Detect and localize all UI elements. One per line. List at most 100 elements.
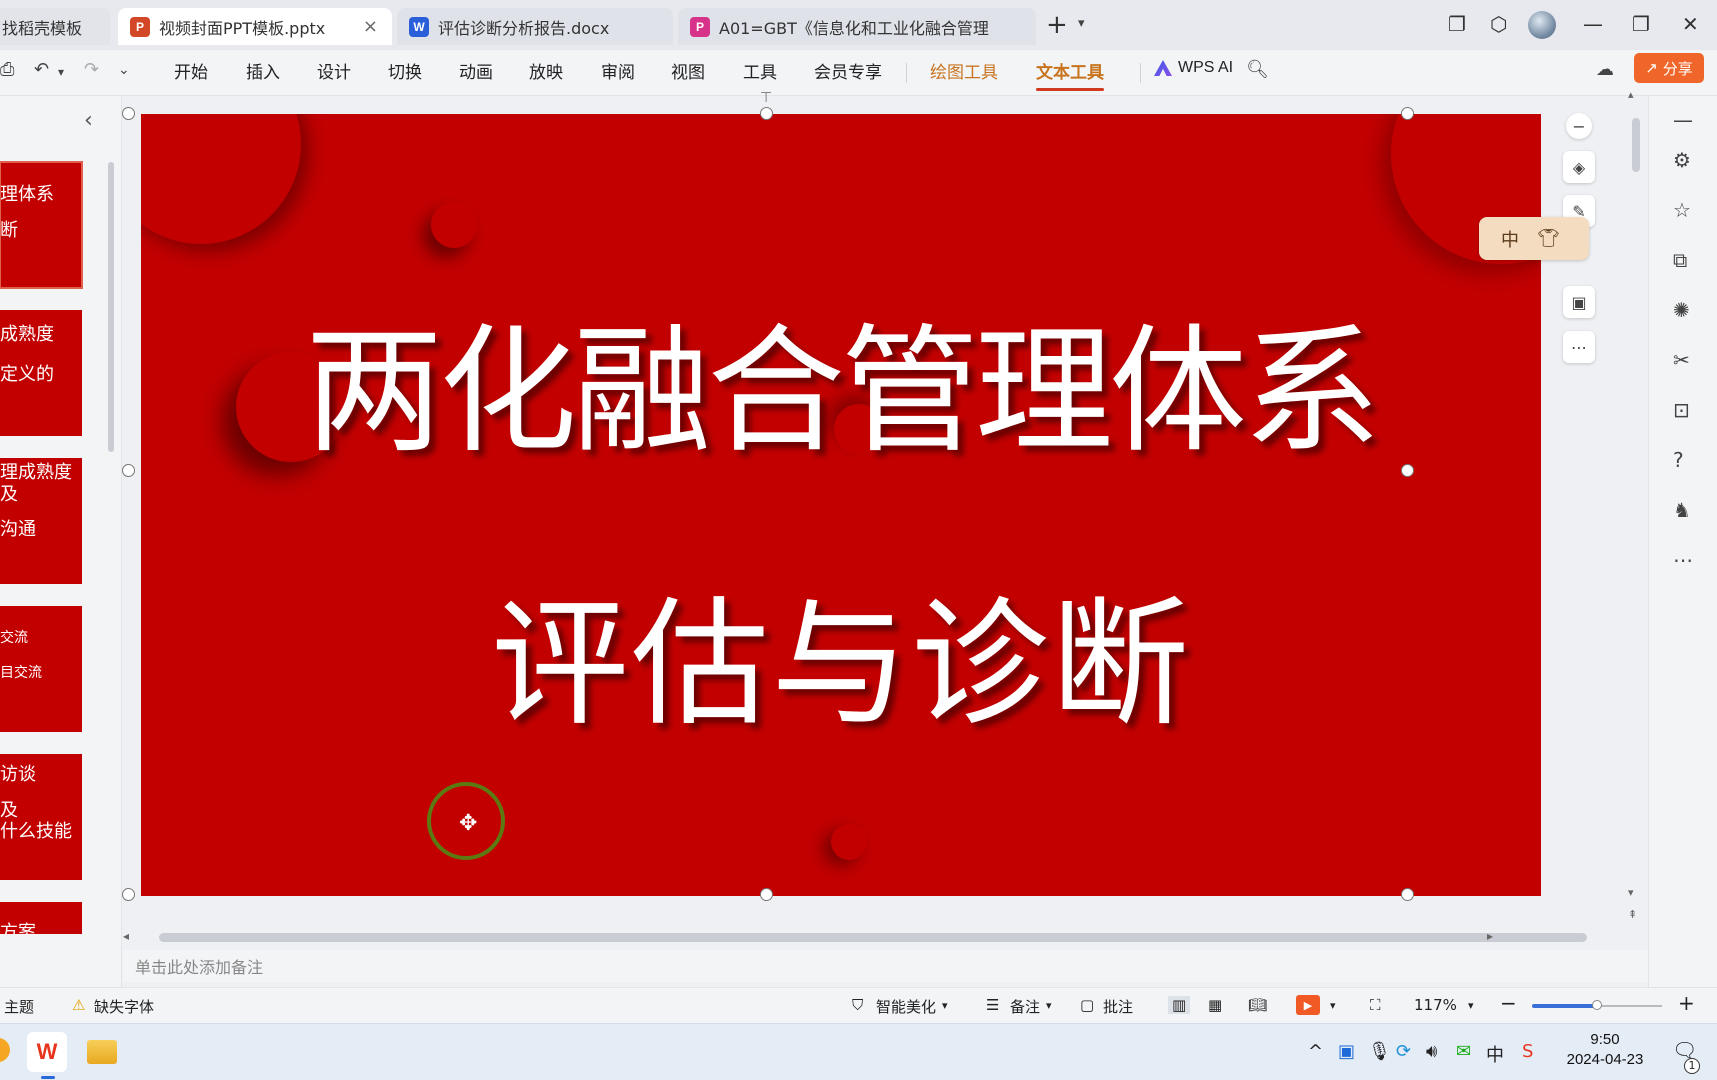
cube-icon[interactable]: ⬡ [1490,12,1507,36]
chevron-up-icon[interactable]: ^ [1308,1041,1323,1062]
resize-handle-top-left[interactable] [122,107,135,120]
menu-view[interactable]: 视图 [671,58,705,83]
share-button[interactable]: ↗ 分享 [1634,53,1704,83]
resize-handle-bottom[interactable] [760,888,773,901]
tools-icon[interactable]: ✂ [1673,348,1690,372]
tab-docx[interactable]: W 评估诊断分析报告.docx [397,8,673,45]
slide-thumbnail-1[interactable]: 理体系 断 [0,161,83,289]
volume-icon[interactable]: 🔊︎ [1426,1041,1437,1062]
tab-docer-templates[interactable]: 找稻壳模板 [0,8,110,45]
new-tab-icon[interactable]: + [1046,10,1068,40]
book-search-icon[interactable]: ⊡ [1673,398,1690,422]
sync-icon[interactable]: ⟳ [1396,1041,1411,1062]
scroll-down-icon[interactable]: ▾ [1628,886,1634,899]
menu-home[interactable]: 开始 [174,58,208,83]
wps-office-icon[interactable]: W [27,1032,67,1072]
wps-ai-button[interactable]: WPS AI [1154,59,1233,77]
help-icon[interactable]: ? [1673,448,1684,472]
browser-icon[interactable] [0,1038,10,1062]
comments-button[interactable]: 批注 [1103,996,1133,1017]
chevron-down-icon[interactable]: ▾ [1330,999,1336,1012]
missing-font-button[interactable]: 缺失字体 [94,996,154,1017]
chevron-down-icon[interactable]: ⌄ [118,62,130,78]
resize-handle-right[interactable] [1401,464,1414,477]
slide-thumbnail-4[interactable]: 交流 目交流 [0,606,82,732]
menu-review[interactable]: 审阅 [601,58,635,83]
theme-label[interactable]: 主题 [4,996,34,1017]
avatar[interactable] [1528,11,1556,39]
menu-transitions[interactable]: 切换 [388,58,422,83]
frame-icon[interactable]: ▣ [1563,286,1595,318]
collapse-rail-icon[interactable]: — [1673,108,1693,132]
slide-title-line-1[interactable]: 两化融合管理体系 [141,279,1541,479]
wechat-icon[interactable]: ✉ [1456,1041,1471,1062]
minimize-icon[interactable]: — [1583,12,1603,36]
undo-icon[interactable]: ↶ [34,59,49,80]
slide-thumbnail-6[interactable]: 方案 [0,902,82,934]
resize-handle-top[interactable] [760,107,773,120]
menu-animations[interactable]: 动画 [459,58,493,83]
shirt-icon[interactable]: 👕︎ [1537,228,1560,249]
scroll-up-icon[interactable]: ▴ [1628,88,1634,101]
resize-handle-left[interactable] [122,464,135,477]
menu-tools[interactable]: 工具 [743,58,777,83]
system-clock[interactable]: 9:50 2024-04-23 [1560,1030,1650,1071]
slide-thumbnail-5[interactable]: 访谈 及 什么技能 [0,754,82,880]
chevron-left-icon[interactable]: ‹ [84,108,93,133]
menu-drawing-tools[interactable]: 绘图工具 [930,58,998,83]
scroll-left-icon[interactable]: ◂ [123,929,129,943]
menu-slideshow[interactable]: 放映 [529,58,563,83]
animation-icon[interactable]: ✺ [1673,298,1690,322]
clothing-icon[interactable]: ♞ [1673,498,1691,522]
tab-pptx[interactable]: P 视频封面PPT模板.pptx × [118,8,392,45]
zoom-out-icon[interactable]: − [1566,113,1592,139]
microphone-icon[interactable]: 🎙︎ [1368,1041,1391,1062]
properties-icon[interactable]: ⚙ [1673,148,1691,172]
chevron-down-icon[interactable]: ▾ [1468,999,1474,1012]
file-explorer-icon[interactable] [82,1032,122,1072]
close-icon[interactable]: × [363,16,378,37]
rotate-handle-icon[interactable]: ⊤ [760,90,772,106]
print-preview-icon[interactable]: ⎙ [0,59,14,80]
notes-button[interactable]: 备注 [1010,996,1040,1017]
horizontal-scrollbar[interactable] [159,933,1587,942]
slide[interactable]: 两化融合管理体系 评估与诊断 ✥ [141,114,1541,896]
slide-title-line-2[interactable]: 评估与诊断 [141,552,1541,752]
zoom-level[interactable]: 117% [1414,996,1457,1014]
wps-tray-icon[interactable]: S [1522,1041,1533,1062]
reading-view-icon[interactable]: 📖︎ [1248,996,1267,1014]
zoom-out-icon[interactable]: − [1500,991,1517,1015]
cloud-sync-icon[interactable]: ☁ [1596,59,1614,80]
ime-tray-icon[interactable]: 中 [1486,1041,1504,1067]
tab-pdf[interactable]: P A01=GBT《信息化和工业化融合管理 [678,8,1036,45]
slide-sorter-icon[interactable]: ▦ [1208,996,1222,1014]
search-icon[interactable]: 🔍︎ [1246,59,1269,80]
meeting-icon[interactable]: ▣ [1338,1041,1355,1062]
redo-icon[interactable]: ↷ [84,59,99,80]
restore-icon[interactable]: ❐ [1632,12,1650,36]
slide-thumbnail-3[interactable]: 理成熟度 及 沟通 [0,458,82,584]
normal-view-icon[interactable]: ▥ [1168,996,1191,1014]
zoom-in-icon[interactable]: + [1678,991,1695,1015]
chevron-down-icon[interactable]: ▾ [942,999,948,1012]
resize-handle-bottom-right[interactable] [1401,888,1414,901]
window-layout-icon[interactable]: ❐ [1448,12,1466,36]
ime-toolbar[interactable]: 中 👕︎ [1479,217,1589,260]
scroll-right-icon[interactable]: ▸ [1487,929,1493,943]
menu-text-tools[interactable]: 文本工具 [1036,58,1104,91]
notes-area[interactable]: 单击此处添加备注 [123,950,1648,982]
replace-icon[interactable]: ⧉ [1673,248,1687,272]
chevron-down-icon[interactable]: ▾ [1046,999,1052,1012]
chevron-down-icon[interactable]: ▾ [58,65,64,79]
menu-design[interactable]: 设计 [317,58,351,83]
layers-icon[interactable]: ◈ [1563,151,1595,183]
fit-window-icon[interactable]: ⛶ [1370,996,1381,1014]
resize-handle-top-right[interactable] [1401,107,1414,120]
resize-handle-bottom-left[interactable] [122,888,135,901]
play-slideshow-icon[interactable]: ▶ [1296,995,1320,1015]
star-icon[interactable]: ☆ [1673,198,1691,222]
more-icon[interactable]: ⋯ [1563,331,1595,363]
thumbnail-scrollbar[interactable] [108,162,114,452]
menu-insert[interactable]: 插入 [246,58,280,83]
close-window-icon[interactable]: ✕ [1682,12,1699,36]
